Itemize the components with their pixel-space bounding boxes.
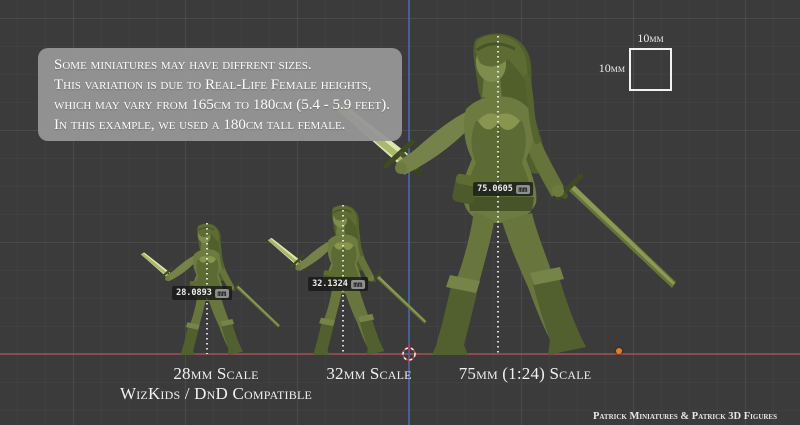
object-origin-icon[interactable] <box>616 348 622 354</box>
measurement-value: 32.1324 <box>312 279 348 289</box>
reference-square-10mm <box>629 48 672 91</box>
measurement-label-32mm: 32.1324 mm <box>308 277 368 291</box>
measurement-label-75mm: 75.0605 mm <box>473 182 533 196</box>
measurement-value: 28.0893 <box>176 288 212 298</box>
blender-viewport[interactable]: 75.0605 mm 32.1324 mm 28.0893 mm Some mi… <box>0 0 800 425</box>
caption-28mm-compatibility: WizKids / DnD Compatible <box>120 384 312 404</box>
measurement-label-28mm: 28.0893 mm <box>172 286 232 300</box>
measurement-unit: mm <box>516 185 530 194</box>
caption-75mm-scale: 75mm (1:24) Scale <box>459 364 592 384</box>
info-line: In this example, we used a 180cm tall fe… <box>54 115 388 135</box>
credit-text: Patrick Miniatures & Patrick 3D Figures <box>593 411 777 422</box>
info-line: which may vary from 165cm to 180cm (5.4 … <box>54 95 388 115</box>
info-line: Some miniatures may have diffrent sizes. <box>54 55 388 75</box>
measurement-unit: mm <box>351 280 365 289</box>
info-annotation-box: Some miniatures may have diffrent sizes.… <box>38 48 402 141</box>
caption-28mm-scale: 28mm Scale <box>173 364 258 384</box>
caption-32mm-scale: 32mm Scale <box>326 364 411 384</box>
reference-square-width-label: 10mm <box>629 31 672 46</box>
measurement-unit: mm <box>215 289 229 298</box>
reference-square-height-label: 10mm <box>581 61 625 76</box>
measurement-value: 75.0605 <box>477 184 513 194</box>
info-line: This variation is due to Real-Life Femal… <box>54 75 388 95</box>
3d-cursor-icon[interactable] <box>398 343 420 365</box>
